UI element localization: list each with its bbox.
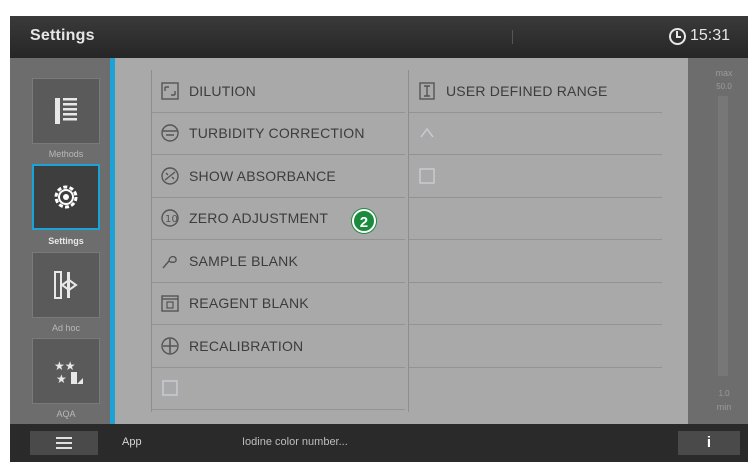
list-item-empty — [409, 198, 662, 240]
title-divider — [512, 30, 513, 44]
sidebar-label-methods: Methods — [48, 149, 84, 159]
status-text: Iodine color number... — [242, 436, 348, 448]
list-item-show-absorbance[interactable]: SHOW ABSORBANCE — [152, 155, 405, 198]
svg-text:★★: ★★ — [54, 359, 76, 373]
sidebar-label-settings: Settings — [48, 236, 84, 246]
clock-icon — [668, 27, 686, 45]
zero-adjustment-icon: 10 — [160, 208, 180, 228]
list-item-turbidity-correction[interactable]: TURBIDITY CORRECTION — [152, 113, 405, 155]
scale-bar — [718, 96, 728, 376]
list-item-empty — [409, 325, 662, 368]
recalibration-icon — [160, 336, 180, 356]
range-icon — [417, 81, 437, 101]
sidebar-item-aqa[interactable]: ★★ ★ — [32, 338, 100, 404]
settings-panel: DILUTION TURBIDITY CORRECTION SHOW ABSOR… — [115, 58, 688, 424]
reagent-blank-icon — [160, 293, 180, 313]
sidebar-item-adhoc[interactable] — [32, 252, 100, 318]
list-item-reagent-blank[interactable]: REAGENT BLANK — [152, 283, 405, 325]
scale-min-value: 1.0 — [718, 389, 730, 398]
device-screen: Settings 15:31 Methods Settings Ad hoc ★… — [10, 16, 748, 462]
main-area: Methods Settings Ad hoc ★★ ★ AQA DILUTIO… — [10, 58, 748, 424]
scale-min-label: min — [716, 402, 732, 412]
absorbance-icon — [160, 166, 180, 186]
info-icon: i — [706, 434, 712, 451]
svg-text:10: 10 — [165, 214, 178, 225]
turbidity-icon — [160, 123, 180, 143]
dim-icon — [417, 123, 437, 143]
list-item-disabled-2 — [409, 155, 662, 198]
scale-max-value: 50.0 — [716, 82, 732, 91]
settings-list-left: DILUTION TURBIDITY CORRECTION SHOW ABSOR… — [151, 70, 405, 412]
list-item-units — [152, 368, 405, 410]
page-title: Settings — [30, 27, 95, 44]
title-bar: Settings 15:31 — [10, 16, 748, 58]
list-item-user-defined-range[interactable]: USER DEFINED RANGE — [409, 70, 662, 113]
clock-time: 15:31 — [689, 27, 730, 44]
list-item-sample-blank[interactable]: SAMPLE BLANK — [152, 240, 405, 283]
list-item-zero-adjustment[interactable]: 10 ZERO ADJUSTMENT 2 — [152, 198, 405, 240]
hamburger-icon — [56, 437, 72, 449]
app-label: App — [122, 436, 142, 448]
menu-button[interactable] — [30, 431, 98, 455]
dim-icon — [417, 166, 437, 186]
bottom-bar: App Iodine color number... i — [10, 424, 748, 462]
list-item-empty — [409, 240, 662, 283]
list-item-empty — [409, 368, 662, 411]
sidebar-item-methods[interactable] — [32, 78, 100, 144]
list-item-recalibration[interactable]: RECALIBRATION — [152, 325, 405, 368]
callout-badge: 2 — [352, 208, 376, 233]
sidebar-label-aqa: AQA — [56, 409, 76, 419]
measurement-scale: max 50.0 1.0 min — [700, 58, 748, 424]
settings-list-right: USER DEFINED RANGE — [408, 70, 662, 412]
sidebar: Methods Settings Ad hoc ★★ ★ AQA — [24, 74, 108, 424]
list-item-dilution[interactable]: DILUTION — [152, 70, 405, 113]
dilution-icon — [160, 81, 180, 101]
list-item-disabled-1 — [409, 113, 662, 155]
svg-text:★: ★ — [56, 372, 67, 386]
units-icon — [160, 378, 180, 398]
aqa-icon: ★★ ★ — [54, 359, 83, 386]
list-item-empty — [409, 283, 662, 325]
sidebar-label-adhoc: Ad hoc — [51, 323, 81, 333]
clock: 15:31 — [668, 27, 730, 45]
sidebar-item-settings[interactable] — [32, 164, 100, 230]
sample-blank-icon — [160, 251, 180, 271]
methods-icon — [55, 98, 77, 124]
info-button[interactable]: i — [678, 431, 740, 455]
adhoc-icon — [54, 271, 78, 299]
scale-max-label: max — [715, 68, 733, 78]
gear-icon — [54, 185, 78, 209]
